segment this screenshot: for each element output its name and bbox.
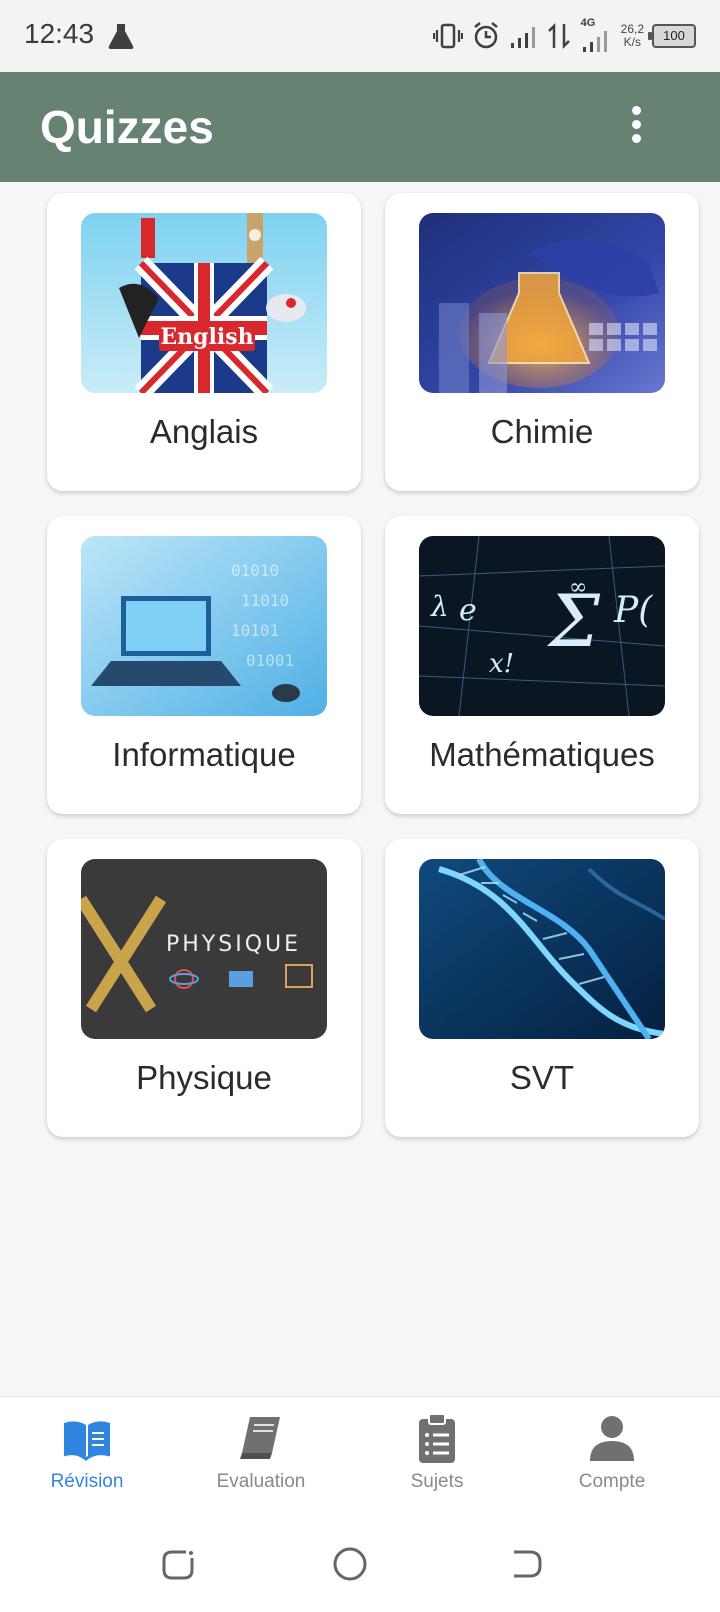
subject-label: Informatique (112, 736, 296, 773)
svg-text:01010: 01010 (231, 561, 279, 580)
svg-text:P(: P( (613, 590, 653, 631)
svg-text:11010: 11010 (241, 591, 289, 610)
more-vert-icon[interactable] (624, 102, 648, 150)
nav-label: Compte (578, 1471, 646, 1492)
subject-label: Anglais (149, 413, 259, 450)
alarm-icon (473, 22, 498, 49)
battery-icon: 100 (648, 24, 696, 48)
signal-4g-icon: 4G (579, 17, 613, 53)
svt-image (419, 859, 665, 1039)
app-bar: Quizzes (0, 72, 720, 182)
battery-level: 100 (663, 28, 685, 43)
subject-card-anglais[interactable]: English Anglais (47, 193, 361, 491)
subject-card-mathematiques[interactable]: λ e Σ P( x! ∞ Mathématiques (385, 516, 699, 814)
svg-text:∞: ∞ (569, 575, 587, 600)
nav-item-compte[interactable]: Compte (542, 1411, 682, 1493)
nav-item-sujets[interactable]: Sujets (367, 1411, 507, 1493)
anglais-image-text: English (160, 324, 253, 350)
person-icon (590, 1416, 634, 1461)
svg-text:e: e (459, 593, 477, 628)
svg-text:λ: λ (430, 590, 449, 623)
subject-label: Chimie (490, 413, 594, 450)
subject-label: Mathématiques (429, 736, 655, 773)
recent-apps-icon[interactable] (158, 1544, 198, 1584)
svg-text:x!: x! (489, 649, 514, 679)
physique-image: PHYSIQUE (81, 859, 327, 1039)
system-nav-bar (0, 1514, 720, 1612)
data-transfer-icon (547, 22, 570, 50)
status-bar: 12:43 4G 26,2 K/s 100 (0, 0, 720, 72)
subject-card-chimie[interactable]: Chimie (385, 193, 699, 491)
mathematiques-image: λ e Σ P( x! ∞ (419, 536, 665, 716)
anglais-image: English (81, 213, 327, 393)
status-time: 12:43 (24, 18, 95, 49)
signal-icon (510, 27, 535, 48)
book-icon (240, 1417, 280, 1459)
status-icons: 4G 26,2 K/s 100 (432, 17, 696, 54)
page-title: Quizzes (40, 101, 214, 153)
svg-text:10101: 10101 (231, 621, 279, 640)
nav-label: Sujets (410, 1471, 464, 1492)
subject-card-informatique[interactable]: 01010 11010 10101 01001 Informatique (47, 516, 361, 814)
network-speed-unit: K/s (623, 35, 641, 49)
back-icon[interactable] (506, 1544, 546, 1584)
chimie-image (419, 213, 665, 393)
subject-card-svt[interactable]: SVT (385, 839, 699, 1137)
clipboard-list-icon (419, 1413, 455, 1463)
nav-item-revision[interactable]: Révision (17, 1411, 157, 1493)
flask-icon (108, 24, 134, 49)
vibrate-icon (432, 23, 463, 49)
nav-label: Révision (50, 1471, 124, 1492)
informatique-image: 01010 11010 10101 01001 (81, 536, 327, 716)
svg-text:01001: 01001 (246, 651, 294, 670)
subject-label: Physique (136, 1059, 272, 1096)
open-book-icon (63, 1421, 111, 1461)
nav-label: Evaluation (216, 1471, 306, 1492)
nav-item-evaluation[interactable]: Evaluation (191, 1411, 331, 1493)
subject-card-physique[interactable]: PHYSIQUE Physique (47, 839, 361, 1137)
subject-label: SVT (509, 1059, 575, 1096)
bottom-nav: Révision Evaluation Sujets Compte (0, 1396, 720, 1515)
physique-image-text: PHYSIQUE (166, 932, 301, 957)
network-speed: 26,2 K/s (621, 23, 644, 49)
home-icon[interactable] (330, 1544, 370, 1584)
